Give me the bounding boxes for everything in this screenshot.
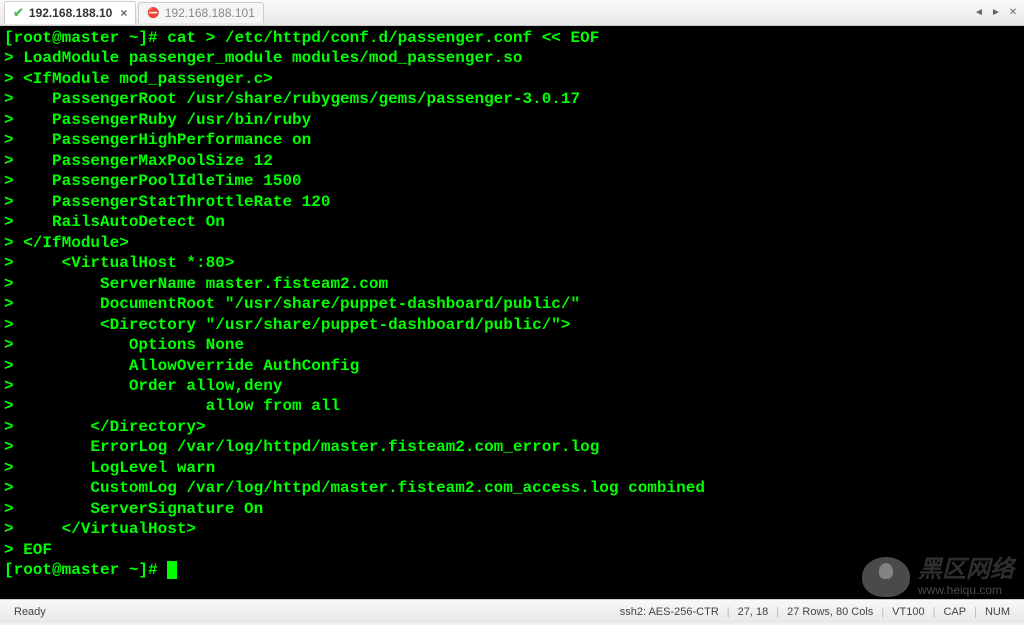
status-cursor-pos: 27, 18 [730,606,777,618]
tab-controls: ◄ ► ✕ [972,6,1020,20]
blocked-icon: ⛔ [147,8,159,19]
terminal-output[interactable]: [root@master ~]# cat > /etc/httpd/conf.d… [0,26,1024,599]
close-icon[interactable]: × [120,6,127,20]
tab-bar: ✔ 192.168.188.10 × ⛔ 192.168.188.101 ◄ ►… [0,0,1024,26]
status-term: VT100 [884,606,932,618]
tab-active-host[interactable]: ✔ 192.168.188.10 × [4,1,136,24]
terminal-cursor [167,561,177,579]
status-cipher: ssh2: AES-256-CTR [612,606,727,618]
tab-label: 192.168.188.101 [165,6,255,20]
tab-inactive-host[interactable]: ⛔ 192.168.188.101 [138,2,264,23]
status-ready: Ready [6,606,54,618]
status-bar: Ready ssh2: AES-256-CTR | 27, 18 | 27 Ro… [0,599,1024,623]
check-icon: ✔ [13,5,24,21]
status-size: 27 Rows, 80 Cols [779,606,881,618]
tab-scroll-left-icon[interactable]: ◄ [972,6,986,20]
tab-close-icon[interactable]: ✕ [1006,6,1020,20]
status-cap: CAP [935,606,974,618]
tab-label: 192.168.188.10 [29,6,112,20]
tab-scroll-right-icon[interactable]: ► [989,6,1003,20]
status-num: NUM [977,606,1018,618]
